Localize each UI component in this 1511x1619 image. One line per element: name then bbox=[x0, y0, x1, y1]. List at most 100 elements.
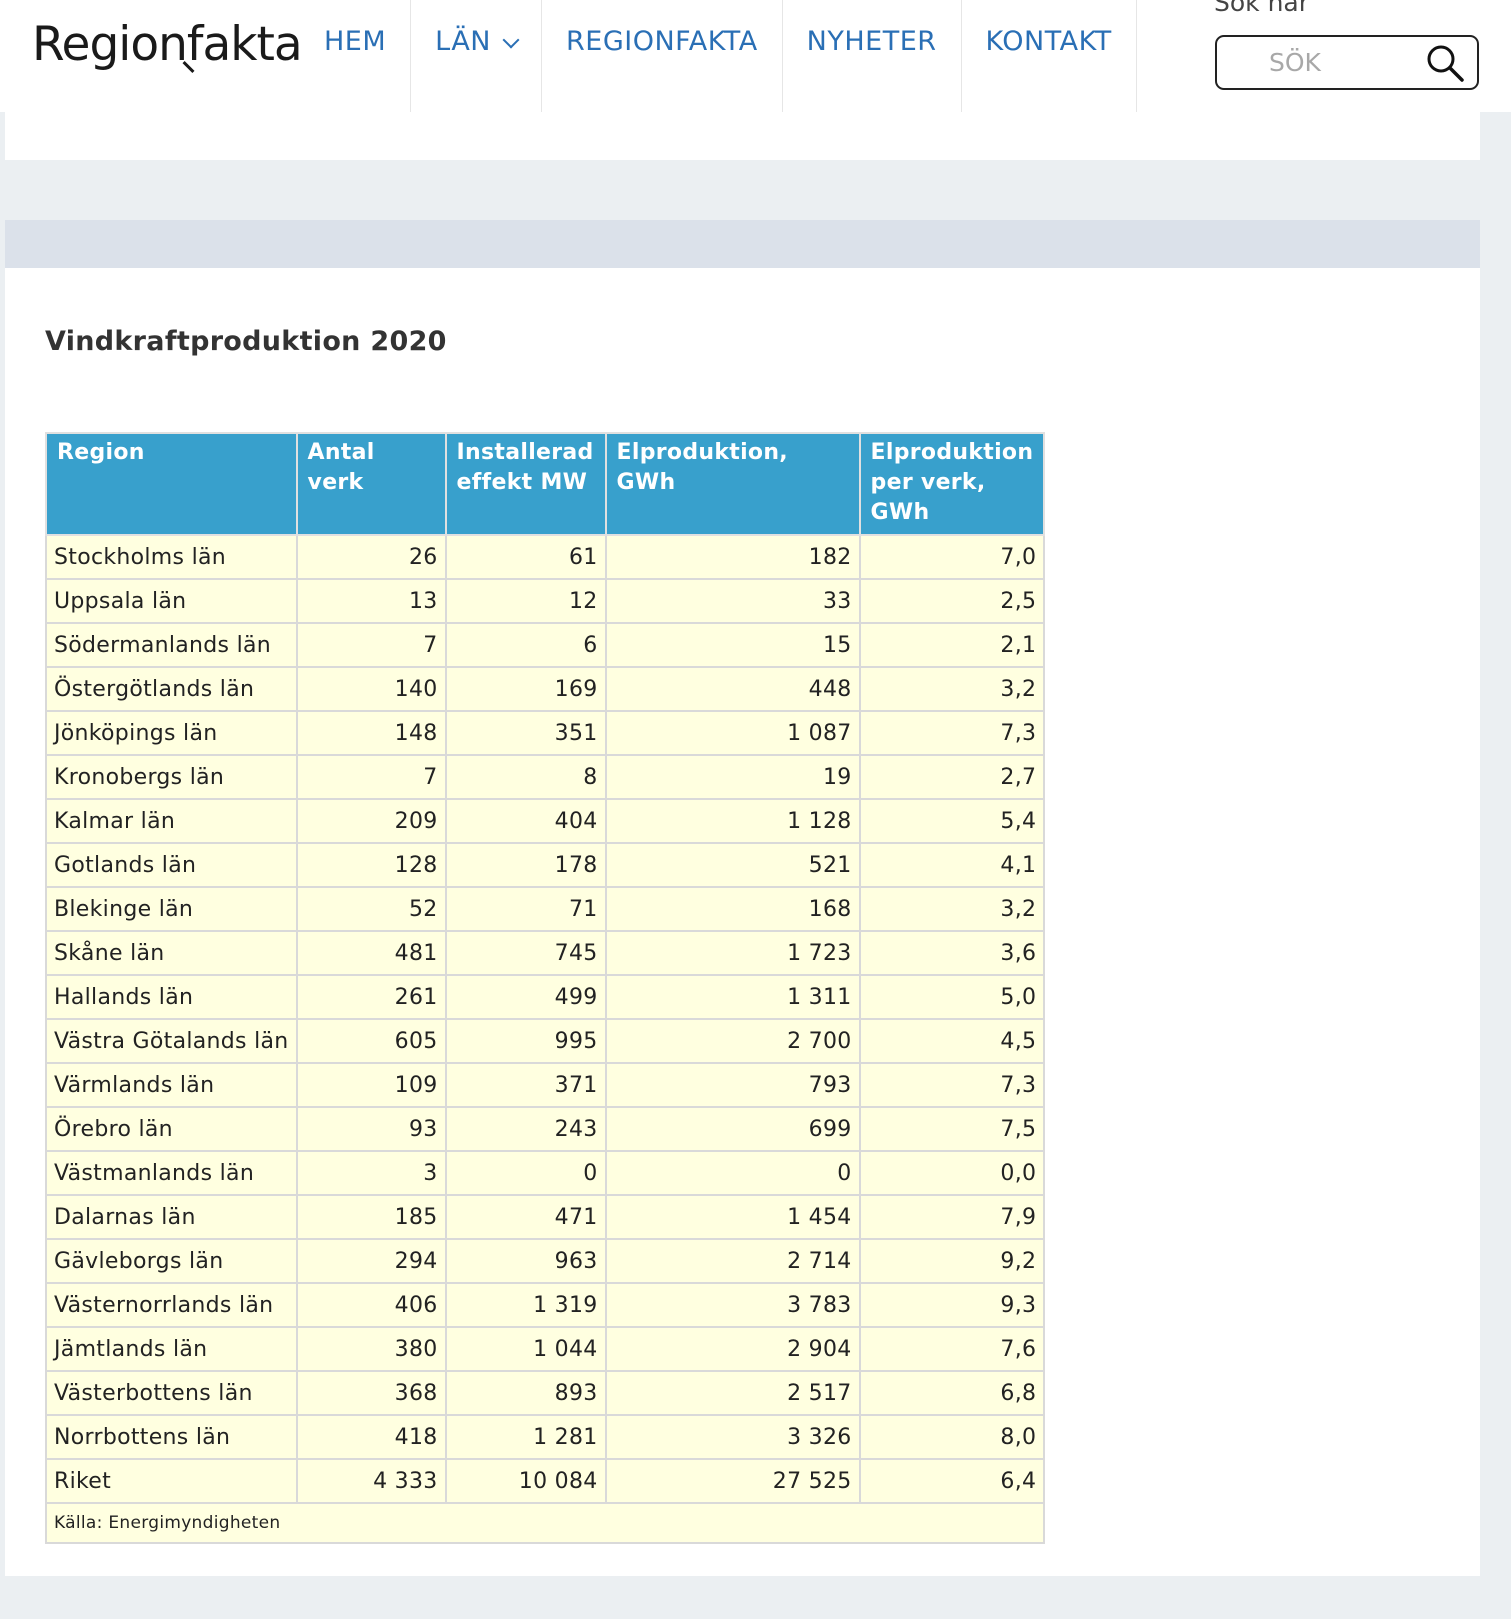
cell-installerad-effekt: 6 bbox=[444, 622, 607, 668]
chevron-down-icon[interactable] bbox=[502, 31, 520, 49]
cell-region: Stockholms län bbox=[45, 534, 298, 580]
cell-antal-verk: 481 bbox=[295, 930, 447, 976]
nav-item-regionfakta[interactable]: REGIONFAKTA bbox=[542, 0, 783, 112]
wind-power-table: Region Antal verk Installerad effekt MW … bbox=[44, 432, 1046, 1544]
cell-region: Västernorrlands län bbox=[45, 1282, 298, 1328]
cell-elproduktion-per-verk: 7,5 bbox=[858, 1106, 1046, 1152]
cell-region: Dalarnas län bbox=[45, 1194, 298, 1240]
table-row: Gävleborgs län 294 963 2 714 9,2 bbox=[45, 1238, 1046, 1284]
table-body: Stockholms län 26 61 182 7,0 Uppsala län 13 12 3… bbox=[45, 534, 1046, 1504]
cell-elproduktion-per-verk: 5,4 bbox=[858, 798, 1046, 844]
table-row: Västernorrlands län 406 1 319 3 783 9,3 bbox=[45, 1282, 1046, 1328]
panel-header-band bbox=[5, 220, 1480, 268]
cell-elproduktion-per-verk: 5,0 bbox=[858, 974, 1046, 1020]
cell-elproduktion: 1 311 bbox=[604, 974, 861, 1020]
cell-antal-verk: 185 bbox=[295, 1194, 447, 1240]
cell-installerad-effekt: 1 281 bbox=[444, 1414, 607, 1460]
column-header-region: Region bbox=[45, 432, 298, 536]
cell-antal-verk: 418 bbox=[295, 1414, 447, 1460]
cell-installerad-effekt: 1 044 bbox=[444, 1326, 607, 1372]
table-row: Dalarnas län 185 471 1 454 7,9 bbox=[45, 1194, 1046, 1240]
cell-antal-verk: 128 bbox=[295, 842, 447, 888]
cell-elproduktion-per-verk: 7,3 bbox=[858, 1062, 1046, 1108]
cell-elproduktion: 33 bbox=[604, 578, 861, 624]
cell-installerad-effekt: 963 bbox=[444, 1238, 607, 1284]
table-row: Östergötlands län 140 169 448 3,2 bbox=[45, 666, 1046, 712]
cell-antal-verk: 7 bbox=[295, 754, 447, 800]
site-header: Regionfakta HEM LÄN REGIONFAKTA NYHETER … bbox=[0, 0, 1511, 112]
cell-installerad-effekt: 243 bbox=[444, 1106, 607, 1152]
cell-antal-verk: 605 bbox=[295, 1018, 447, 1064]
cell-installerad-effekt: 1 319 bbox=[444, 1282, 607, 1328]
nav-item-label: KONTAKT bbox=[985, 26, 1112, 57]
table-row: Gotlands län 128 178 521 4,1 bbox=[45, 842, 1046, 888]
cell-region: Västmanlands län bbox=[45, 1150, 298, 1196]
cell-region: Kronobergs län bbox=[45, 754, 298, 800]
nav-item-kontakt[interactable]: KONTAKT bbox=[962, 0, 1137, 112]
table-row: Värmlands län 109 371 793 7,3 bbox=[45, 1062, 1046, 1108]
cell-elproduktion: 2 904 bbox=[604, 1326, 861, 1372]
content-panel: Vindkraftproduktion 2020 Region Antal ve… bbox=[5, 220, 1480, 1576]
cell-elproduktion: 1 128 bbox=[604, 798, 861, 844]
cell-installerad-effekt: 404 bbox=[444, 798, 607, 844]
cell-elproduktion-per-verk: 8,0 bbox=[858, 1414, 1046, 1460]
column-header-installerad-effekt: Installerad effekt MW bbox=[444, 432, 607, 536]
cell-elproduktion: 2 700 bbox=[604, 1018, 861, 1064]
nav-item-label: HEM bbox=[324, 26, 387, 57]
cell-elproduktion-per-verk: 4,1 bbox=[858, 842, 1046, 888]
search-label: Sök här bbox=[1214, 0, 1310, 17]
cell-elproduktion: 2 714 bbox=[604, 1238, 861, 1284]
cell-antal-verk: 4 333 bbox=[295, 1458, 447, 1504]
cell-elproduktion-per-verk: 2,1 bbox=[858, 622, 1046, 668]
nav-item-nyheter[interactable]: NYHETER bbox=[783, 0, 962, 112]
cell-elproduktion: 448 bbox=[604, 666, 861, 712]
cell-antal-verk: 109 bbox=[295, 1062, 447, 1108]
cell-installerad-effekt: 371 bbox=[444, 1062, 607, 1108]
cell-installerad-effekt: 12 bbox=[444, 578, 607, 624]
search-icon[interactable] bbox=[1425, 43, 1465, 83]
cell-antal-verk: 368 bbox=[295, 1370, 447, 1416]
cell-elproduktion-per-verk: 9,3 bbox=[858, 1282, 1046, 1328]
cell-installerad-effekt: 499 bbox=[444, 974, 607, 1020]
cell-antal-verk: 294 bbox=[295, 1238, 447, 1284]
site-logo[interactable]: Regionfakta bbox=[32, 14, 303, 76]
cell-region: Norrbottens län bbox=[45, 1414, 298, 1460]
cell-region: Värmlands län bbox=[45, 1062, 298, 1108]
nav-item-hem[interactable]: HEM bbox=[300, 0, 412, 112]
table-row: Norrbottens län 418 1 281 3 326 8,0 bbox=[45, 1414, 1046, 1460]
table-row: Kronobergs län 7 8 19 2,7 bbox=[45, 754, 1046, 800]
cell-installerad-effekt: 178 bbox=[444, 842, 607, 888]
cell-region: Örebro län bbox=[45, 1106, 298, 1152]
table-row: Jönköpings län 148 351 1 087 7,3 bbox=[45, 710, 1046, 756]
cell-elproduktion: 1 723 bbox=[604, 930, 861, 976]
cell-antal-verk: 406 bbox=[295, 1282, 447, 1328]
cell-region: Hallands län bbox=[45, 974, 298, 1020]
cell-antal-verk: 148 bbox=[295, 710, 447, 756]
column-header-elproduktion: Elproduktion, GWh bbox=[604, 432, 861, 536]
cell-region: Uppsala län bbox=[45, 578, 298, 624]
cell-elproduktion-per-verk: 0,0 bbox=[858, 1150, 1046, 1196]
cell-elproduktion-per-verk: 6,4 bbox=[858, 1458, 1046, 1504]
table-row: Hallands län 261 499 1 311 5,0 bbox=[45, 974, 1046, 1020]
search-input[interactable] bbox=[1219, 39, 1409, 86]
cell-elproduktion: 168 bbox=[604, 886, 861, 932]
cell-antal-verk: 26 bbox=[295, 534, 447, 580]
table-row: Jämtlands län 380 1 044 2 904 7,6 bbox=[45, 1326, 1046, 1372]
cell-elproduktion-per-verk: 2,5 bbox=[858, 578, 1046, 624]
cell-elproduktion-per-verk: 3,6 bbox=[858, 930, 1046, 976]
cell-elproduktion: 3 326 bbox=[604, 1414, 861, 1460]
cell-elproduktion-per-verk: 7,3 bbox=[858, 710, 1046, 756]
cell-antal-verk: 7 bbox=[295, 622, 447, 668]
cell-elproduktion: 27 525 bbox=[604, 1458, 861, 1504]
table-row: Stockholms län 26 61 182 7,0 bbox=[45, 534, 1046, 580]
cell-elproduktion-per-verk: 6,8 bbox=[858, 1370, 1046, 1416]
cell-region: Västra Götalands län bbox=[45, 1018, 298, 1064]
cell-elproduktion-per-verk: 7,9 bbox=[858, 1194, 1046, 1240]
cell-elproduktion: 182 bbox=[604, 534, 861, 580]
cell-region: Gävleborgs län bbox=[45, 1238, 298, 1284]
cell-installerad-effekt: 995 bbox=[444, 1018, 607, 1064]
table-source: Källa: Energimyndigheten bbox=[44, 1502, 1046, 1544]
table-row: Västerbottens län 368 893 2 517 6,8 bbox=[45, 1370, 1046, 1416]
cell-antal-verk: 140 bbox=[295, 666, 447, 712]
nav-item-lan[interactable]: LÄN bbox=[411, 0, 543, 112]
